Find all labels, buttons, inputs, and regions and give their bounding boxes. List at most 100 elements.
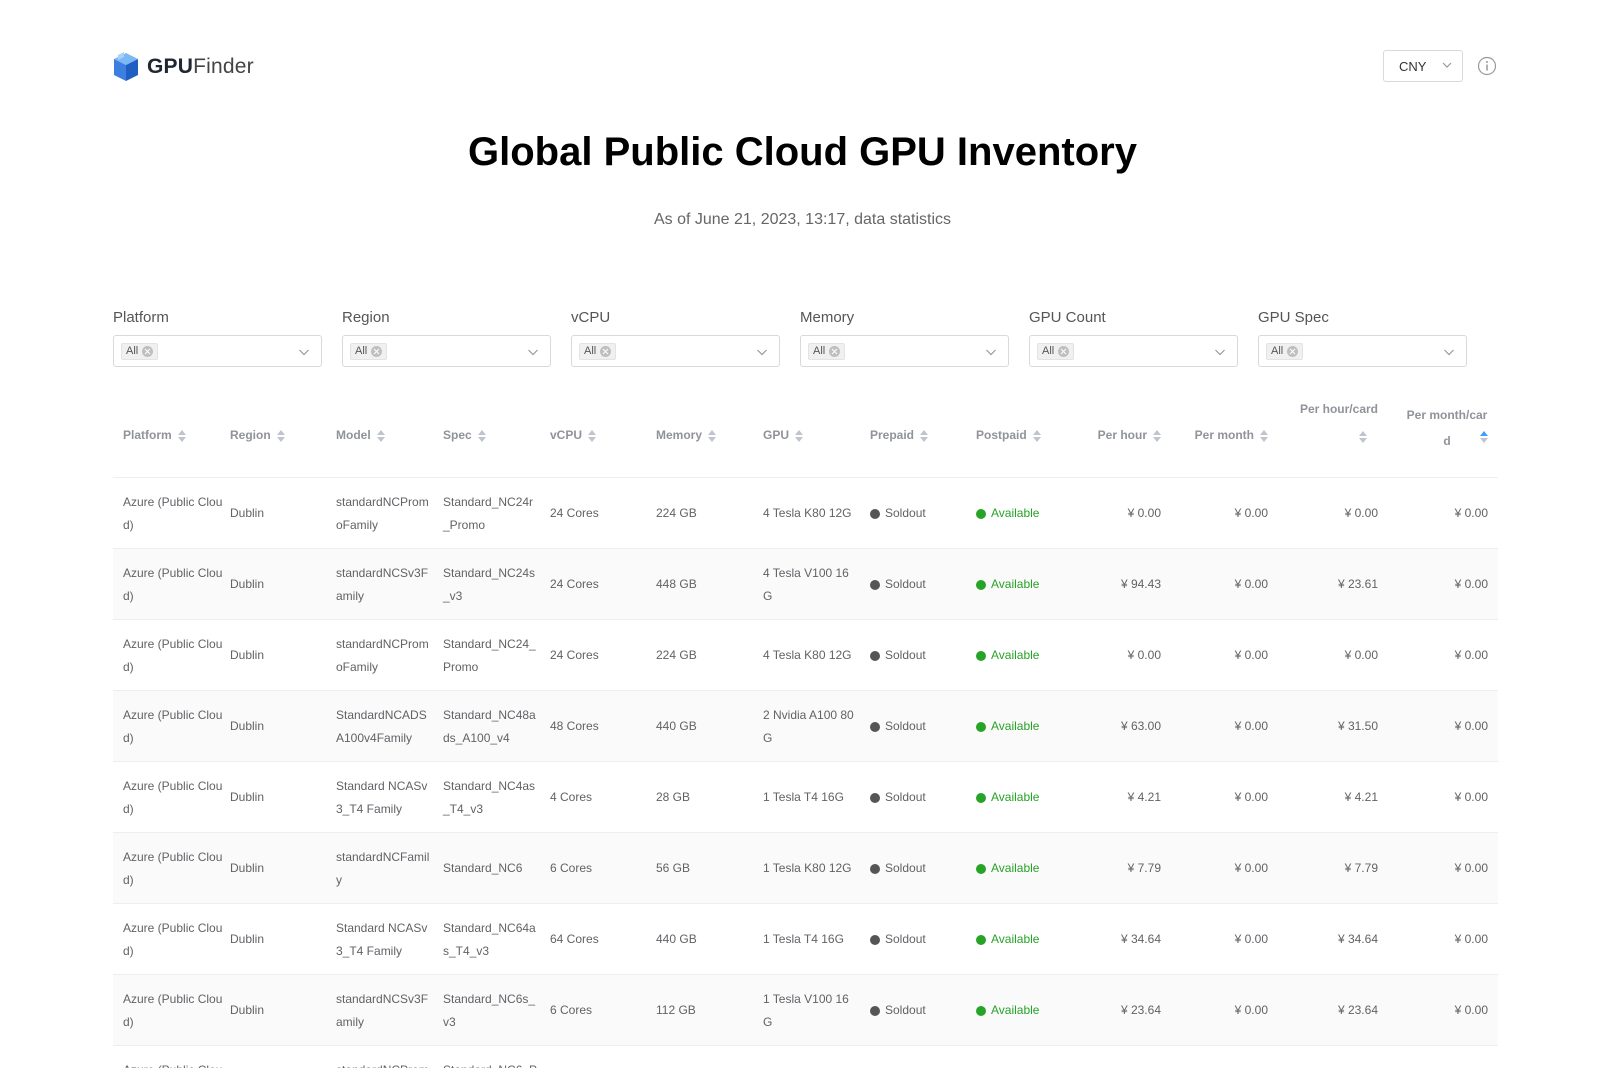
- cell-per-month-card: ¥ 0.00: [1383, 620, 1488, 691]
- postpaid-status: Available: [976, 857, 1039, 880]
- table-row[interactable]: Azure (Public Cloud) Dublin Standard NCASv…: [113, 762, 1498, 833]
- table-row[interactable]: Azure (Public Cloud) Dublin standardNCSv3F…: [113, 549, 1498, 620]
- currency-select[interactable]: CNY: [1383, 50, 1463, 82]
- sort-icon[interactable]: [1153, 429, 1161, 443]
- cell-text: ¥ 7.79: [1127, 861, 1161, 875]
- filter-select-gpu-spec[interactable]: All: [1258, 335, 1467, 367]
- cell-per-hour: ¥ 0.00: [1076, 478, 1161, 549]
- cell-platform: Azure (Public Cloud): [123, 904, 223, 975]
- table-row[interactable]: Azure (Public Cloud) Dublin Standard NCASv…: [113, 904, 1498, 975]
- sort-icon[interactable]: [795, 429, 804, 443]
- cell-text: 1 Tesla T4 16G: [763, 790, 844, 804]
- tag-remove-icon[interactable]: [371, 346, 383, 357]
- sort-icon[interactable]: [1032, 429, 1041, 443]
- sort-icon[interactable]: [1359, 430, 1367, 444]
- column-header-per-month-card[interactable]: Per month/card: [1383, 400, 1488, 478]
- filter-select-gpu-count[interactable]: All: [1029, 335, 1238, 367]
- cell-prepaid: Soldout: [870, 1046, 960, 1068]
- cell-postpaid: Available: [976, 904, 1076, 975]
- cell-text: Standard_NC64as_T4_v3: [443, 920, 536, 958]
- column-header-label: Postpaid: [976, 428, 1027, 442]
- cell-text: ¥ 0.00: [1454, 577, 1488, 591]
- column-header-postpaid[interactable]: Postpaid: [976, 400, 1076, 478]
- cell-text: Standard_NC4as_T4_v3: [443, 778, 536, 816]
- cell-postpaid: Available: [976, 762, 1076, 833]
- selected-tag: All: [1266, 343, 1304, 360]
- prepaid-status: Soldout: [870, 999, 926, 1022]
- table-row[interactable]: Azure (Public Cloud) Dublin standardNCProm…: [113, 478, 1498, 549]
- column-header-prepaid[interactable]: Prepaid: [870, 400, 960, 478]
- filter-select-region[interactable]: All: [342, 335, 551, 367]
- column-header-memory[interactable]: Memory: [656, 400, 746, 478]
- sort-icon[interactable]: [276, 429, 285, 443]
- sort-icon[interactable]: [1480, 430, 1488, 444]
- cell-per-hour: ¥ 4.21: [1076, 762, 1161, 833]
- cell-text: Standard NCASv3_T4 Family: [336, 920, 428, 958]
- table-row[interactable]: Azure (Public Cloud) Dublin standardNCProm…: [113, 620, 1498, 691]
- cell-platform: Azure (Public Cloud): [123, 549, 223, 620]
- tag-remove-icon[interactable]: [829, 346, 841, 357]
- tag-remove-icon[interactable]: [1287, 346, 1299, 357]
- cell-text: ¥ 0.00: [1344, 506, 1378, 520]
- sort-icon[interactable]: [588, 429, 597, 443]
- tag-remove-icon[interactable]: [1058, 346, 1070, 357]
- cell-model: standardNCSv3Family: [336, 549, 431, 620]
- selected-tag-label: All: [584, 345, 597, 357]
- cell-vcpu: 6 Cores: [550, 975, 640, 1046]
- sort-icon[interactable]: [1260, 429, 1268, 443]
- table-row[interactable]: Azure (Public Cloud) Dublin standardNCSv3F…: [113, 975, 1498, 1046]
- filter-vcpu: vCPU All: [571, 308, 780, 367]
- sort-icon[interactable]: [708, 429, 717, 443]
- cell-text: ¥ 0.00: [1234, 648, 1268, 662]
- table-row[interactable]: Azure (Public Cloud) Dublin standardNCProm…: [113, 1046, 1498, 1068]
- cell-text: 64 Cores: [550, 932, 599, 946]
- cell-model: Standard NCASv3_T4 Family: [336, 904, 431, 975]
- tag-remove-icon[interactable]: [600, 346, 612, 357]
- cell-text: Dublin: [230, 506, 265, 520]
- table-row[interactable]: Azure (Public Cloud) Dublin standardNCFami…: [113, 833, 1498, 904]
- column-header-model[interactable]: Model: [336, 400, 431, 478]
- prepaid-status: Soldout: [870, 573, 926, 596]
- filter-select-vcpu[interactable]: All: [571, 335, 780, 367]
- cell-memory: 440 GB: [656, 904, 746, 975]
- sort-icon[interactable]: [477, 429, 486, 443]
- status-text: Available: [991, 932, 1040, 946]
- sort-icon[interactable]: [376, 429, 385, 443]
- cell-text: 1 Tesla K80 12G: [763, 861, 852, 875]
- cell-per-hour: ¥ 0.00: [1076, 620, 1161, 691]
- gpufinder-logo[interactable]: GPUFinder: [113, 50, 254, 84]
- column-header-per-hour[interactable]: Per hour: [1076, 400, 1161, 478]
- cell-text: Standard NCASv3_T4 Family: [336, 778, 428, 816]
- filter-select-platform[interactable]: All: [113, 335, 322, 367]
- cell-text: 4 Tesla K80 12G: [763, 648, 852, 662]
- info-icon[interactable]: [1477, 56, 1497, 76]
- data-timestamp: As of June 21, 2023, 13:17, data statist…: [653, 211, 952, 228]
- cell-text: ¥ 0.00: [1234, 790, 1268, 804]
- selected-tag: All: [808, 343, 846, 360]
- column-header-per-hour-card[interactable]: Per hour/card: [1283, 400, 1378, 478]
- column-header-platform[interactable]: Platform: [123, 400, 223, 478]
- column-header-label: Per hour: [1097, 428, 1147, 442]
- cell-text: ¥ 23.61: [1337, 577, 1378, 591]
- cell-text: Azure (Public Cloud): [123, 991, 223, 1029]
- cell-region: Dublin: [230, 691, 320, 762]
- cell-per-hour-card: ¥ 4.21: [1283, 762, 1378, 833]
- chevron-down-icon: [1215, 349, 1225, 356]
- filter-select-memory[interactable]: All: [800, 335, 1009, 367]
- sort-icon[interactable]: [177, 429, 186, 443]
- tag-remove-icon[interactable]: [142, 346, 154, 357]
- table-row[interactable]: Azure (Public Cloud) Dublin StandardNCADSA…: [113, 691, 1498, 762]
- column-header-region[interactable]: Region: [230, 400, 320, 478]
- cell-spec: Standard_NC6: [443, 833, 538, 904]
- cell-text: ¥ 0.00: [1454, 719, 1488, 733]
- sort-icon[interactable]: [920, 429, 929, 443]
- cell-prepaid: Soldout: [870, 975, 960, 1046]
- status-text: Soldout: [885, 577, 926, 591]
- column-header-per-month[interactable]: Per month: [1173, 400, 1268, 478]
- cell-per-hour: ¥ 7.79: [1076, 833, 1161, 904]
- column-header-vcpu[interactable]: vCPU: [550, 400, 640, 478]
- column-header-gpu[interactable]: GPU: [763, 400, 858, 478]
- column-header-spec[interactable]: Spec: [443, 400, 538, 478]
- filter-label-region: Region: [342, 309, 390, 326]
- status-dot-icon: [870, 792, 880, 803]
